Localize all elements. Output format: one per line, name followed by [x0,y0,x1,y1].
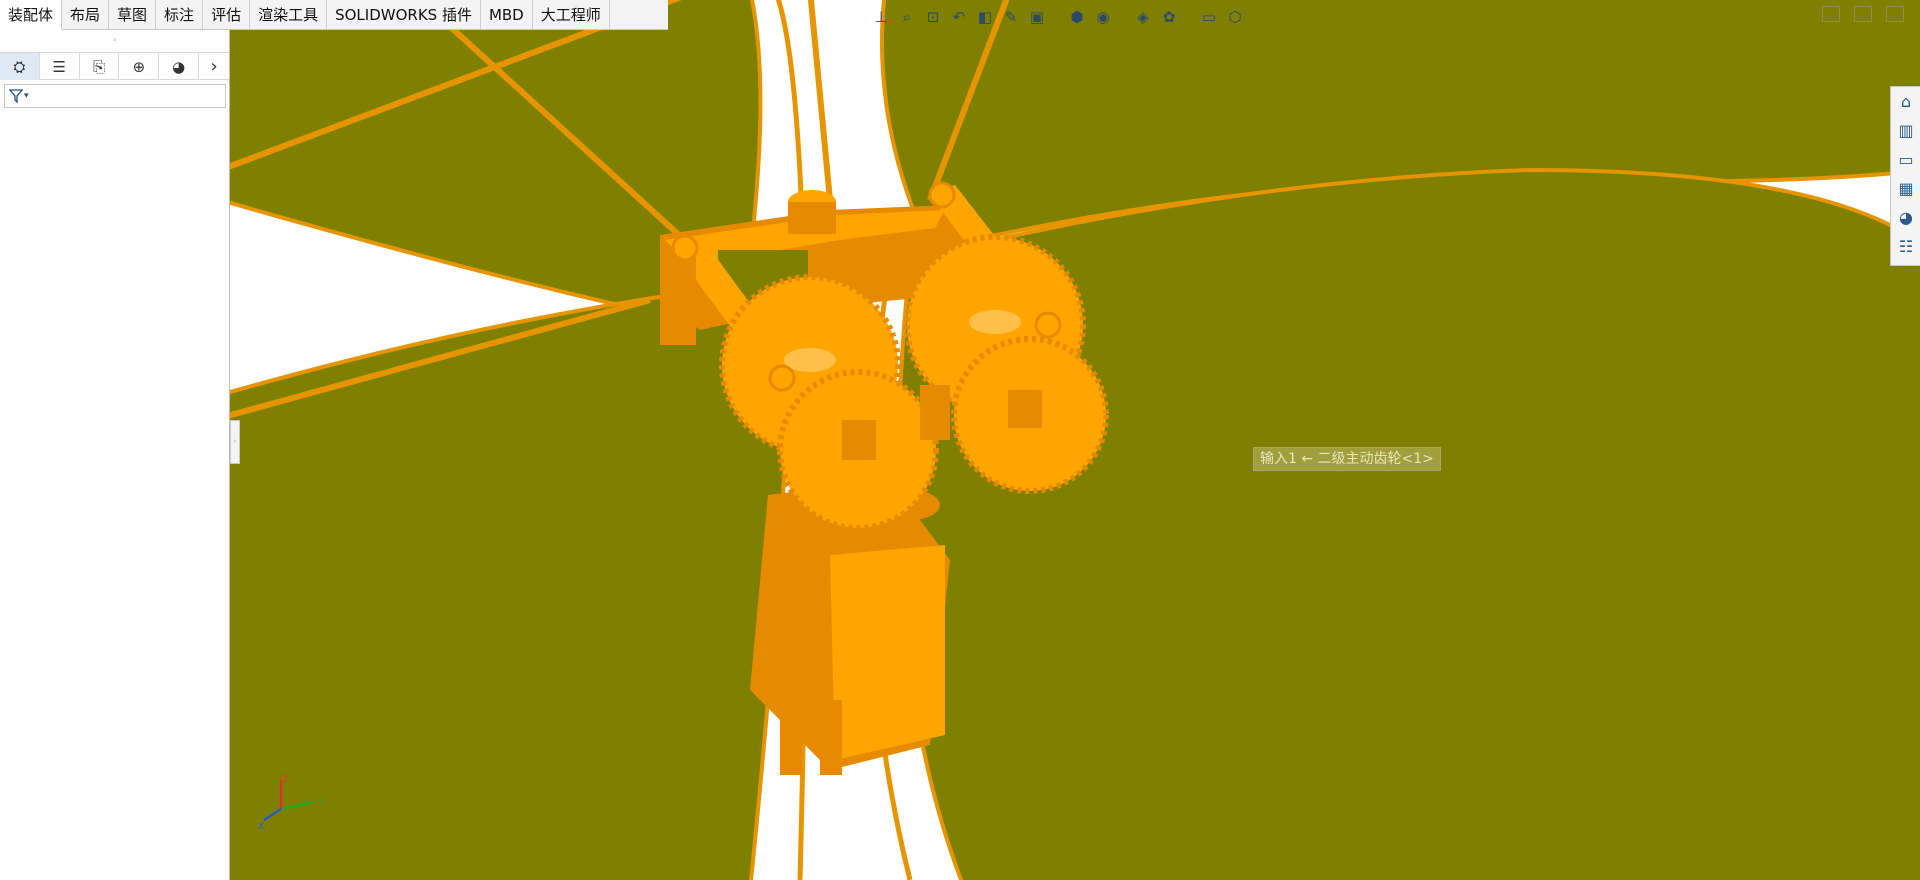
apply-scene-icon[interactable]: ◈ [1132,6,1154,28]
view-orientation-icon[interactable]: ⊥ [870,6,892,28]
triad-y-label: Z [283,775,289,785]
restore-document-icon[interactable] [1854,6,1872,22]
ribbon-tabs: 装配体 布局 草图 标注 评估 渲染工具 SOLIDWORKS 插件 MBD 大工程师 [0,0,668,30]
pinion-2[interactable] [1008,390,1042,428]
previous-view-icon[interactable]: ↶ [948,6,970,28]
section-view-icon[interactable]: ◧ [974,6,996,28]
ribbon-tab[interactable]: 装配体 [0,0,63,30]
dimxpert-icon: ⊕ [132,57,146,76]
design-library-icon[interactable]: ▥ [1891,116,1920,145]
motor-leg-2[interactable] [820,700,842,775]
manager-tabs: ⛭ ☰ ⎘ ⊕ ◕ › [0,52,229,80]
zoom-to-fit-icon[interactable]: ⌕ [896,6,918,28]
edit-appearance-icon[interactable]: ◉ [1092,6,1114,28]
display-manager-tab[interactable]: ◕ [159,53,200,80]
tree-filter[interactable]: ▾ [4,84,226,108]
link-pin-3[interactable] [928,181,956,209]
ribbon-tab[interactable]: 大工程师 [533,0,610,30]
configuration-manager-icon: ⎘ [93,57,106,76]
ribbon-tab[interactable]: 渲染工具 [250,0,328,30]
dynamic-annotation-icon[interactable]: ✎ [1000,6,1022,28]
feature-manager-icon: ⛭ [13,57,26,76]
link-pin-2[interactable] [768,364,796,392]
shadows-icon[interactable]: ▭ [1198,6,1220,28]
task-pane: ⌂ ▥ ▭ ▦ ◕ ☷ [1890,86,1920,266]
view-settings-icon[interactable]: ✿ [1158,6,1180,28]
left-block[interactable] [660,250,696,345]
pinion-1[interactable] [842,420,876,460]
property-manager-tab[interactable]: ☰ [40,53,80,80]
panel-grip[interactable]: ◦ [0,30,229,52]
gear-hub-1[interactable] [784,348,836,372]
pinion-3[interactable] [920,385,950,440]
zoom-area-icon[interactable]: ⊡ [922,6,944,28]
appearances-icon[interactable]: ◕ [1891,203,1920,232]
motor-front[interactable] [830,545,945,760]
configuration-manager-tab[interactable]: ⎘ [80,53,120,80]
render-tools-icon[interactable]: ⬡ [1224,6,1246,28]
file-explorer-icon[interactable]: ▭ [1891,145,1920,174]
gear-hub-2[interactable] [969,310,1021,334]
graphics-area[interactable] [230,0,1920,880]
property-manager-icon: ☰ [52,57,66,76]
ribbon-tab[interactable]: 草图 [109,0,157,30]
feature-manager-panel: ◦ ⛭ ☰ ⎘ ⊕ ◕ › ▾ [0,30,230,880]
filter-icon [9,89,23,103]
link-pin-4[interactable] [1034,311,1062,339]
minimize-document-icon[interactable] [1822,6,1840,22]
mate-tooltip[interactable]: 输入1 ← 二级主动齿轮<1> [1253,447,1441,471]
triad-z-label: X [258,822,264,832]
reference-triad: Y Z X [258,775,324,832]
link-pin-1[interactable] [671,234,699,262]
document-window-controls [1822,6,1904,22]
more-tabs-button[interactable]: › [199,53,229,80]
ribbon-tab[interactable]: SOLIDWORKS 插件 [327,0,481,30]
filter-row: ▾ [0,80,229,112]
filter-dropdown-arrow: ▾ [24,91,29,101]
ribbon-tab[interactable]: 评估 [203,0,251,30]
home-icon[interactable]: ⌂ [1891,87,1920,116]
solidworks-window: 装配体 布局 草图 标注 评估 渲染工具 SOLIDWORKS 插件 MBD 大工程师 ◦ ⛭ … [0,0,1920,880]
triad-z-axis [263,807,282,822]
display-manager-icon: ◕ [172,57,186,76]
maximize-document-icon[interactable] [1886,6,1904,22]
ribbon-tab[interactable]: MBD [481,0,533,30]
hide-show-icon[interactable]: ⬢ [1066,6,1088,28]
dimxpert-tab[interactable]: ⊕ [119,53,160,80]
top-pin-body [788,202,836,234]
triad-x-axis [280,800,315,811]
display-style-icon[interactable]: ▣ [1026,6,1048,28]
panel-collapse-handle[interactable]: ◦ [230,420,240,464]
view-palette-icon[interactable]: ▦ [1891,174,1920,203]
motor-leg-1[interactable] [780,690,802,775]
model-scene[interactable] [230,0,1920,880]
heads-up-view-toolbar: ⊥ ⌕ ⊡ ↶ ◧ ✎ ▣ ⬢ ◉ ◈ ✿ ▭ ⬡ [870,4,1246,30]
triad-x-label: Y [317,798,324,808]
ribbon-tab[interactable]: 布局 [62,0,110,30]
ribbon-tab[interactable]: 标注 [156,0,204,30]
feature-manager-tab[interactable]: ⛭ [0,53,40,80]
custom-properties-icon[interactable]: ☷ [1891,232,1920,261]
